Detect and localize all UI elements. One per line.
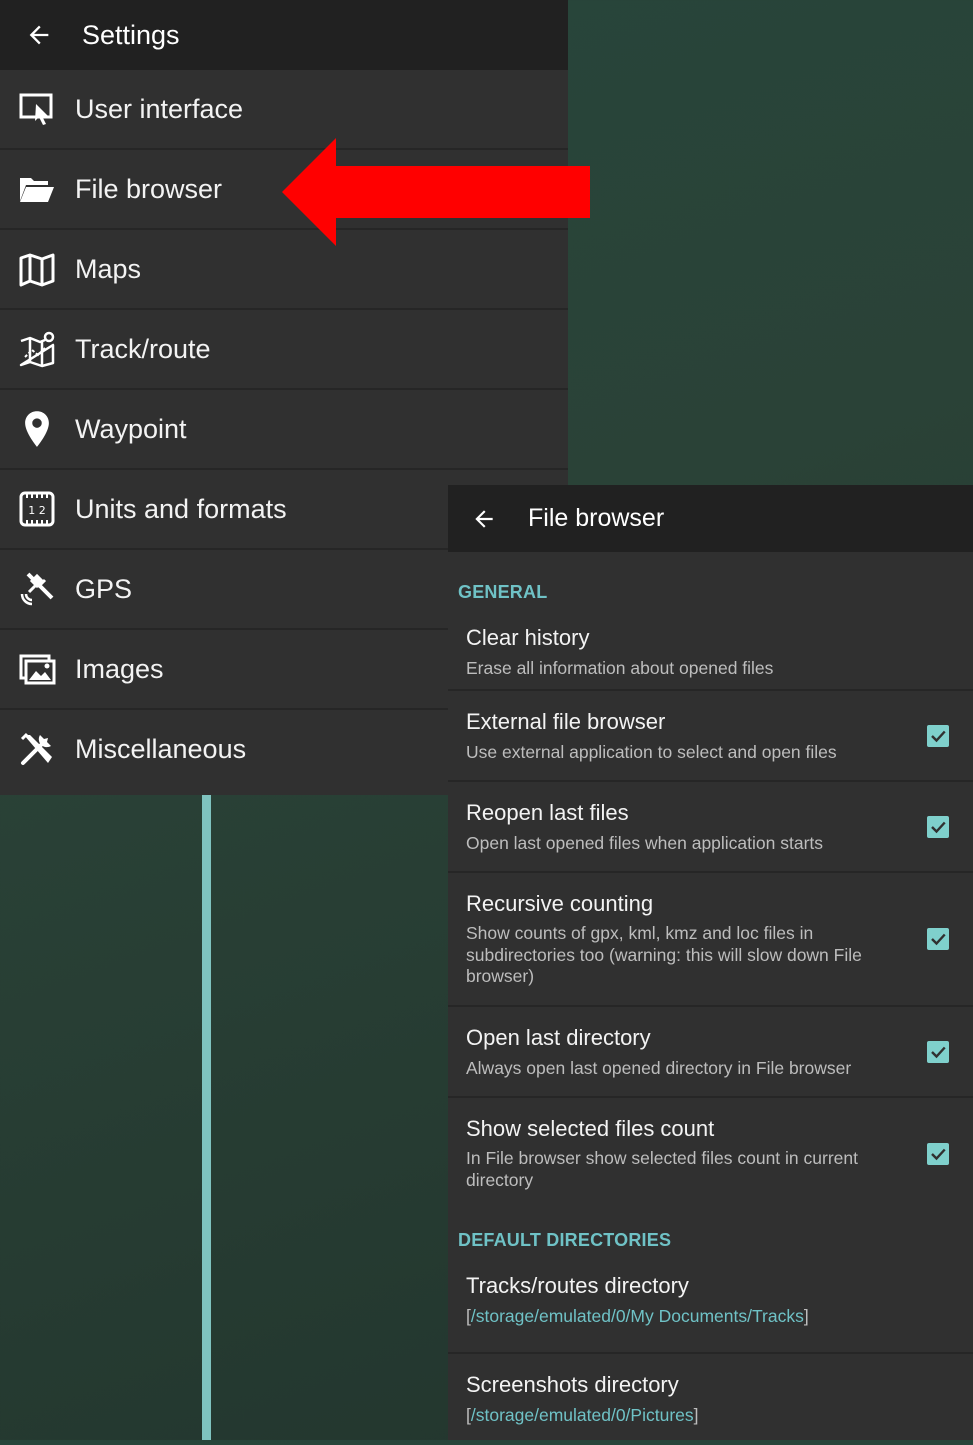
pref-show-selected-files-count[interactable]: Show selected files count In File browse… bbox=[448, 1098, 973, 1210]
pref-title: Show selected files count bbox=[466, 1116, 715, 1141]
user-interface-icon bbox=[17, 89, 57, 129]
checkbox-checked[interactable] bbox=[927, 1040, 949, 1063]
directory-path: /storage/emulated/0/My Documents/Tracks bbox=[470, 1306, 804, 1326]
tools-icon bbox=[17, 729, 57, 769]
page-title: Settings bbox=[82, 19, 180, 50]
pref-reopen-last-files[interactable]: Reopen last files Open last opened files… bbox=[448, 782, 973, 873]
pref-summary: Open last opened files when application … bbox=[466, 833, 824, 853]
pref-title: Tracks/routes directory bbox=[466, 1273, 689, 1298]
pref-summary: Erase all information about opened files bbox=[466, 658, 774, 678]
settings-item-label: Track/route bbox=[75, 333, 211, 364]
pref-summary: In File browser show selected files coun… bbox=[466, 1148, 858, 1190]
pref-summary: Always open last opened directory in Fil… bbox=[466, 1058, 852, 1078]
file-browser-panel: File browser GENERAL Clear history Erase… bbox=[448, 485, 973, 1440]
background-stripe bbox=[202, 795, 211, 1440]
settings-item-label: Images bbox=[75, 653, 164, 684]
gps-satellite-icon bbox=[17, 569, 57, 609]
directory-path: /storage/emulated/0/Pictures bbox=[470, 1405, 694, 1425]
checkbox-checked[interactable] bbox=[927, 928, 949, 950]
pref-summary: Use external application to select and o… bbox=[466, 742, 837, 762]
settings-item-track-route[interactable]: Track/route bbox=[0, 310, 568, 390]
pref-summary: Show counts of gpx, kml, kmz and loc fil… bbox=[466, 923, 862, 986]
pref-recursive-counting[interactable]: Recursive counting Show counts of gpx, k… bbox=[448, 873, 973, 1007]
pref-title: Screenshots directory bbox=[466, 1372, 679, 1397]
settings-item-label: Waypoint bbox=[75, 413, 187, 444]
pref-clear-history[interactable]: Clear history Erase all information abou… bbox=[448, 615, 973, 691]
pref-title: Reopen last files bbox=[466, 800, 629, 825]
back-arrow-icon[interactable] bbox=[24, 20, 54, 50]
checkbox-checked[interactable] bbox=[927, 815, 949, 838]
red-arrow-annotation bbox=[282, 138, 590, 246]
checkbox-checked[interactable] bbox=[927, 1143, 949, 1165]
units-icon: 1 2 bbox=[17, 489, 57, 529]
pref-summary: [/storage/emulated/0/Pictures] bbox=[466, 1405, 699, 1425]
pref-summary: [/storage/emulated/0/My Documents/Tracks… bbox=[466, 1306, 809, 1326]
pref-external-file-browser[interactable]: External file browser Use external appli… bbox=[448, 691, 973, 782]
settings-item-label: File browser bbox=[75, 173, 223, 204]
waypoint-icon bbox=[17, 409, 57, 449]
section-header-general: GENERAL bbox=[458, 582, 548, 602]
pref-open-last-directory[interactable]: Open last directory Always open last ope… bbox=[448, 1007, 973, 1098]
back-arrow-icon[interactable] bbox=[470, 505, 498, 533]
map-icon bbox=[17, 249, 57, 289]
pref-tracks-routes-directory[interactable]: Tracks/routes directory [/storage/emulat… bbox=[448, 1263, 973, 1354]
check-icon bbox=[931, 933, 946, 946]
settings-item-waypoint[interactable]: Waypoint bbox=[0, 390, 568, 470]
check-icon bbox=[931, 730, 946, 742]
file-browser-title: File browser bbox=[528, 504, 665, 532]
settings-item-label: User interface bbox=[75, 93, 244, 124]
settings-item-label: Units and formats bbox=[75, 493, 287, 524]
section-header-default-directories: DEFAULT DIRECTORIES bbox=[458, 1230, 672, 1250]
pref-title: Open last directory bbox=[466, 1025, 651, 1050]
images-icon bbox=[17, 649, 57, 689]
checkbox-checked[interactable] bbox=[927, 724, 949, 747]
folder-open-icon bbox=[17, 169, 57, 209]
settings-item-label: Miscellaneous bbox=[75, 733, 247, 764]
check-icon bbox=[931, 821, 946, 833]
settings-item-label: Maps bbox=[75, 253, 142, 284]
pref-title: Clear history bbox=[466, 625, 590, 650]
settings-item-label: GPS bbox=[75, 573, 133, 604]
pref-title: External file browser bbox=[466, 709, 666, 734]
track-route-icon bbox=[17, 329, 57, 369]
check-icon bbox=[931, 1148, 946, 1161]
settings-toolbar: Settings bbox=[0, 0, 568, 70]
file-browser-toolbar: File browser bbox=[448, 485, 973, 552]
svg-text:1 2: 1 2 bbox=[28, 504, 46, 517]
pref-screenshots-directory[interactable]: Screenshots directory [/storage/emulated… bbox=[448, 1354, 973, 1445]
check-icon bbox=[931, 1046, 946, 1058]
pref-title: Recursive counting bbox=[466, 891, 654, 916]
